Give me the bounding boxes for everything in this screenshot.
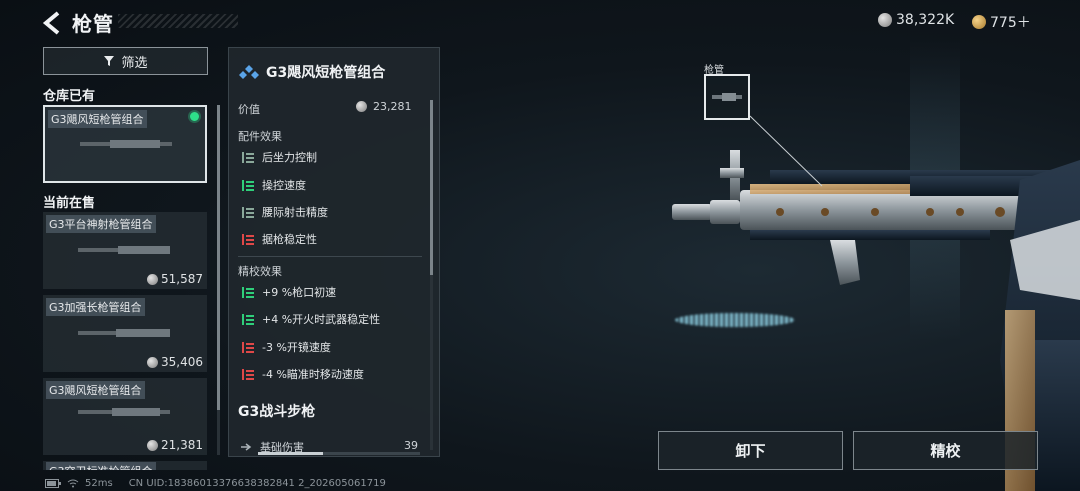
effect-text: +9 %枪口初速 <box>262 286 337 299</box>
item-price: 35,406 <box>147 355 203 369</box>
effect-row: 据枪稳定性 <box>242 231 317 247</box>
effect-row: 操控速度 <box>242 177 306 193</box>
filter-icon <box>104 56 115 66</box>
effect-negative-icon <box>242 233 254 245</box>
effect-text: -3 %开镜速度 <box>262 341 331 354</box>
owned-section-label: 仓库已有 <box>43 89 96 104</box>
value-amount: 23,281 <box>356 100 412 113</box>
silver-currency[interactable]: 38,322K <box>878 12 954 28</box>
section-divider <box>238 256 422 257</box>
on-sale-section-label: 当前在售 <box>43 196 96 211</box>
item-price-value: 51,587 <box>161 272 203 286</box>
wifi-icon <box>67 479 79 488</box>
tuning-row: -3 %开镜速度 <box>242 339 331 355</box>
owned-item-card[interactable]: G3飓风短枪管组合 <box>43 105 207 183</box>
preview-connector-line <box>750 115 823 187</box>
sale-item-card[interactable]: G3平台神射枪管组合 51,587 <box>43 212 207 289</box>
user-uid: CN UID:18386013376638382841 2_2026050617… <box>128 478 386 489</box>
title-decoration <box>118 14 238 28</box>
item-price-value: 35,406 <box>161 355 203 369</box>
filter-button[interactable]: 筛选 <box>43 47 208 75</box>
silver-coin-icon <box>147 273 158 285</box>
page-title: 枪管 <box>72 12 114 36</box>
item-name: G3飓风短枪管组合 <box>48 110 147 128</box>
item-name: G3平台神射枪管组合 <box>46 215 156 233</box>
battery-icon <box>45 479 61 488</box>
silver-coin-icon <box>147 356 158 368</box>
stat-value: 39 <box>404 439 418 452</box>
effect-text: 据枪稳定性 <box>262 233 317 246</box>
equipped-indicator <box>190 112 199 121</box>
gold-currency[interactable]: 775＋ <box>972 12 1031 32</box>
sale-item-card[interactable]: G3加强长枪管组合 35,406 <box>43 295 207 372</box>
connection-status: 52ms <box>45 478 113 489</box>
back-arrow-icon[interactable] <box>40 10 66 36</box>
effect-negative-icon <box>242 368 254 380</box>
barrel-preview-image <box>712 93 742 101</box>
effect-text: +4 %开火时武器稳定性 <box>262 313 381 326</box>
effect-neutral-icon <box>242 206 254 218</box>
damage-icon <box>241 443 252 451</box>
item-price: 51,587 <box>147 272 203 286</box>
barrel-preview-box[interactable] <box>704 74 750 120</box>
item-list-scrollbar[interactable] <box>217 105 220 455</box>
tuning-row: +4 %开火时武器稳定性 <box>242 311 380 327</box>
gold-coin-icon <box>972 15 986 29</box>
tuning-effects-label: 精校效果 <box>238 265 282 278</box>
effect-row: 后坐力控制 <box>242 149 317 165</box>
effect-positive-icon <box>242 286 254 298</box>
weapon-name: G3战斗步枪 <box>238 404 316 420</box>
barrel-thumbnail <box>78 246 170 254</box>
effect-text: 腰际射击精度 <box>262 206 328 219</box>
ping-value: 52ms <box>85 478 113 489</box>
stat-bar-fill <box>258 452 323 455</box>
item-name: G3飓风短枪管组合 <box>46 381 145 399</box>
tuning-row: -4 %瞄准时移动速度 <box>242 366 364 382</box>
silver-coin-icon <box>147 439 158 451</box>
status-footer: 52ms CN UID:18386013376638382841 2_20260… <box>45 478 386 489</box>
effect-text: 操控速度 <box>262 179 306 192</box>
stat-bar <box>258 452 420 455</box>
filter-button-label: 筛选 <box>121 55 148 71</box>
value-label: 价值 <box>238 103 260 116</box>
effect-row: 腰际射击精度 <box>242 204 328 220</box>
silver-currency-value: 38,322K <box>896 12 955 28</box>
sale-item-card[interactable]: G3飓风短枪管组合 21,381 <box>43 378 207 455</box>
silver-coin-icon <box>878 13 892 27</box>
silver-coin-icon <box>356 101 367 112</box>
barrel-thumbnail <box>80 140 172 148</box>
detail-title: G3飓风短枪管组合 <box>238 62 385 82</box>
item-price-value: 21,381 <box>161 438 203 452</box>
sale-item-card[interactable]: G3突卫标准枪管组合 <box>43 461 207 470</box>
barrel-thumbnail <box>78 329 170 337</box>
detail-scrollbar[interactable] <box>430 100 433 450</box>
effect-neutral-icon <box>242 151 254 163</box>
item-name: G3加强长枪管组合 <box>46 298 145 316</box>
barrel-thumbnail <box>78 408 170 416</box>
effect-text: 后坐力控制 <box>262 151 317 164</box>
item-name: G3突卫标准枪管组合 <box>46 462 156 470</box>
value-amount-text: 23,281 <box>373 100 412 113</box>
attachment-effects-label: 配件效果 <box>238 130 282 143</box>
effect-positive-icon <box>242 179 254 191</box>
item-price: 21,381 <box>147 438 203 452</box>
effect-positive-icon <box>242 313 254 325</box>
effect-negative-icon <box>242 341 254 353</box>
unequip-button[interactable]: 卸下 <box>658 431 843 470</box>
attachment-rarity-icon <box>239 65 259 79</box>
effect-text: -4 %瞄准时移动速度 <box>262 368 364 381</box>
tuning-row: +9 %枪口初速 <box>242 284 336 300</box>
gold-currency-value: 775＋ <box>990 15 1031 31</box>
detail-title-text: G3飓风短枪管组合 <box>266 65 386 81</box>
tune-button[interactable]: 精校 <box>853 431 1038 470</box>
